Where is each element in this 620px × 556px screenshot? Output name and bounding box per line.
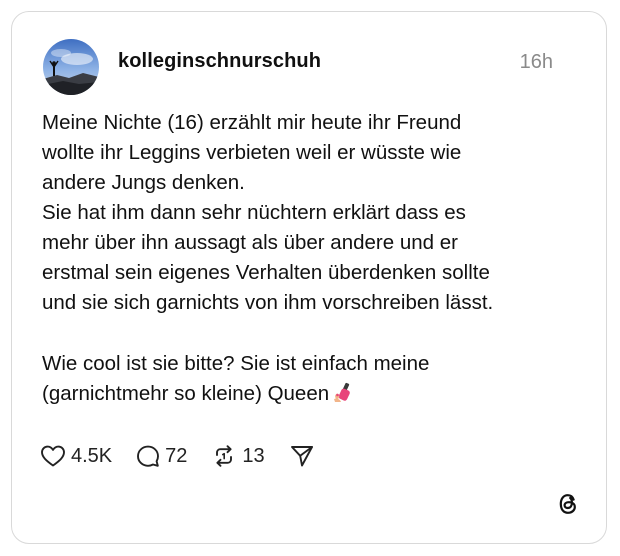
post-text-line: andere Jungs denken.: [42, 171, 245, 194]
post-text-line: Meine Nichte (16) erzählt mir heute ihr …: [42, 111, 462, 134]
reply-button[interactable]: 72: [136, 444, 187, 468]
post-card: kolleginschnurschuh 16h Meine Nichte (16…: [11, 11, 607, 544]
avatar[interactable]: [43, 39, 99, 95]
post-text-line: Sie hat ihm dann sehr nüchtern erklärt d…: [42, 201, 466, 224]
post-text: Meine Nichte (16) erzählt mir heute ihr …: [42, 108, 582, 412]
reply-count: 72: [165, 444, 188, 467]
speech-bubble-icon: [137, 445, 160, 467]
avatar-image: [43, 39, 99, 95]
repost-icon: [216, 445, 233, 467]
threads-logo-icon: [554, 490, 582, 518]
post-timestamp: 16h: [519, 51, 553, 73]
share-button[interactable]: [289, 444, 315, 468]
post-text-line: (garnichtmehr so kleine) Queen: [42, 382, 330, 405]
post-text-line: wollte ihr Leggins verbieten weil er wüs…: [42, 141, 462, 164]
nail-polish-emoji: [333, 381, 355, 412]
repost-button[interactable]: 13: [211, 444, 265, 468]
send-icon: [290, 446, 313, 467]
heart-icon: [41, 445, 65, 467]
post-text-last-line: (garnichtmehr so kleine) Queen: [42, 379, 582, 412]
post-text-line: Wie cool ist sie bitte? Sie ist einfach …: [42, 352, 430, 375]
post-text-line: und sie sich garnichts von ihm vorschrei…: [42, 291, 494, 314]
post-text-line: erstmal sein eigenes Verhalten überdenke…: [42, 261, 490, 284]
like-button[interactable]: 4.5K: [40, 444, 112, 468]
repost-count: 13: [242, 444, 265, 467]
post-actions: 4.5K 72 13: [40, 442, 339, 470]
username[interactable]: kolleginschnurschuh: [118, 50, 321, 73]
like-count: 4.5K: [71, 444, 113, 467]
post-text-line: mehr über ihn aussagt als über andere un…: [42, 231, 458, 254]
